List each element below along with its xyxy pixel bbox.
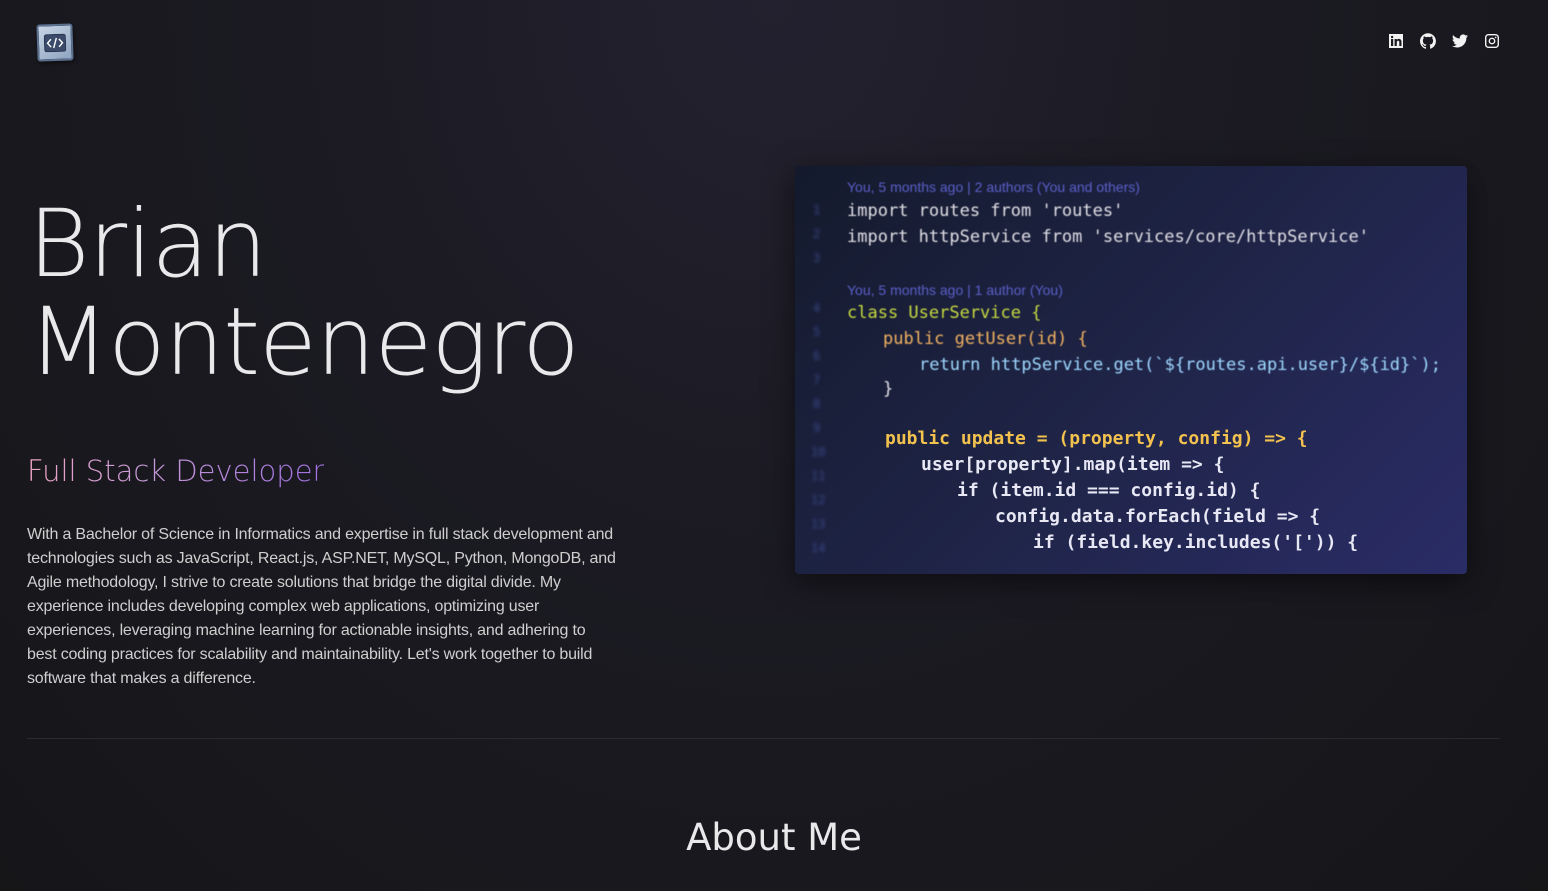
- svg-text:11: 11: [811, 469, 825, 483]
- last-name: Montenegro: [28, 288, 580, 397]
- section-divider: [27, 738, 1500, 739]
- svg-text:3: 3: [813, 251, 820, 265]
- code-line-6: }: [883, 379, 893, 399]
- svg-text:4: 4: [813, 301, 820, 315]
- first-name: Brian: [28, 190, 267, 299]
- code-line-11: if (field.key.includes('[')) {: [1033, 532, 1358, 553]
- svg-text:8: 8: [813, 397, 820, 411]
- code-line-9: if (item.id === config.id) {: [957, 480, 1260, 501]
- code-line-5: return httpService.get(`${routes.api.use…: [919, 355, 1441, 375]
- linkedin-link[interactable]: [1388, 33, 1404, 49]
- hero-bio: With a Bachelor of Science in Informatic…: [27, 526, 616, 687]
- svg-text:12: 12: [811, 493, 825, 507]
- github-link[interactable]: [1420, 33, 1436, 49]
- blame-annotation-1: You, 5 months ago | 2 authors (You and o…: [847, 179, 1140, 195]
- svg-text:14: 14: [811, 541, 825, 555]
- code-line-4: public getUser(id) {: [883, 329, 1088, 349]
- instagram-icon: [1485, 34, 1499, 48]
- social-links: [1388, 33, 1500, 49]
- hero-name: Brian Montenegro: [28, 190, 580, 397]
- svg-text:7: 7: [813, 373, 820, 387]
- code-screenshot-image: 123 456 789 10 11 12 13 14 You, 5 months ag…: [795, 166, 1467, 574]
- svg-text:1: 1: [813, 203, 820, 217]
- svg-text:6: 6: [813, 349, 820, 363]
- svg-text:5: 5: [813, 325, 820, 339]
- about-heading: About Me: [686, 816, 862, 859]
- code-line-3: class UserService {: [847, 303, 1041, 323]
- blame-annotation-2: You, 5 months ago | 1 author (You): [847, 282, 1063, 298]
- code-line-1: import routes from 'routes': [847, 201, 1123, 221]
- code-brackets-icon: [43, 33, 67, 52]
- github-icon: [1420, 33, 1436, 49]
- code-line-8: user[property].map(item => {: [921, 454, 1224, 475]
- instagram-link[interactable]: [1484, 33, 1500, 49]
- linkedin-icon: [1389, 34, 1403, 48]
- twitter-icon: [1452, 34, 1468, 48]
- code-line-2: import httpService from 'services/core/h…: [847, 227, 1369, 247]
- site-logo[interactable]: [36, 23, 74, 62]
- svg-text:10: 10: [811, 445, 825, 459]
- svg-text:9: 9: [813, 421, 820, 435]
- hero-role: Full Stack Developer: [27, 454, 325, 488]
- svg-text:13: 13: [811, 517, 825, 531]
- twitter-link[interactable]: [1452, 33, 1468, 49]
- svg-text:2: 2: [813, 227, 820, 241]
- code-line-10: config.data.forEach(field => {: [995, 506, 1320, 527]
- code-line-7: public update = (property, config) => {: [885, 428, 1308, 449]
